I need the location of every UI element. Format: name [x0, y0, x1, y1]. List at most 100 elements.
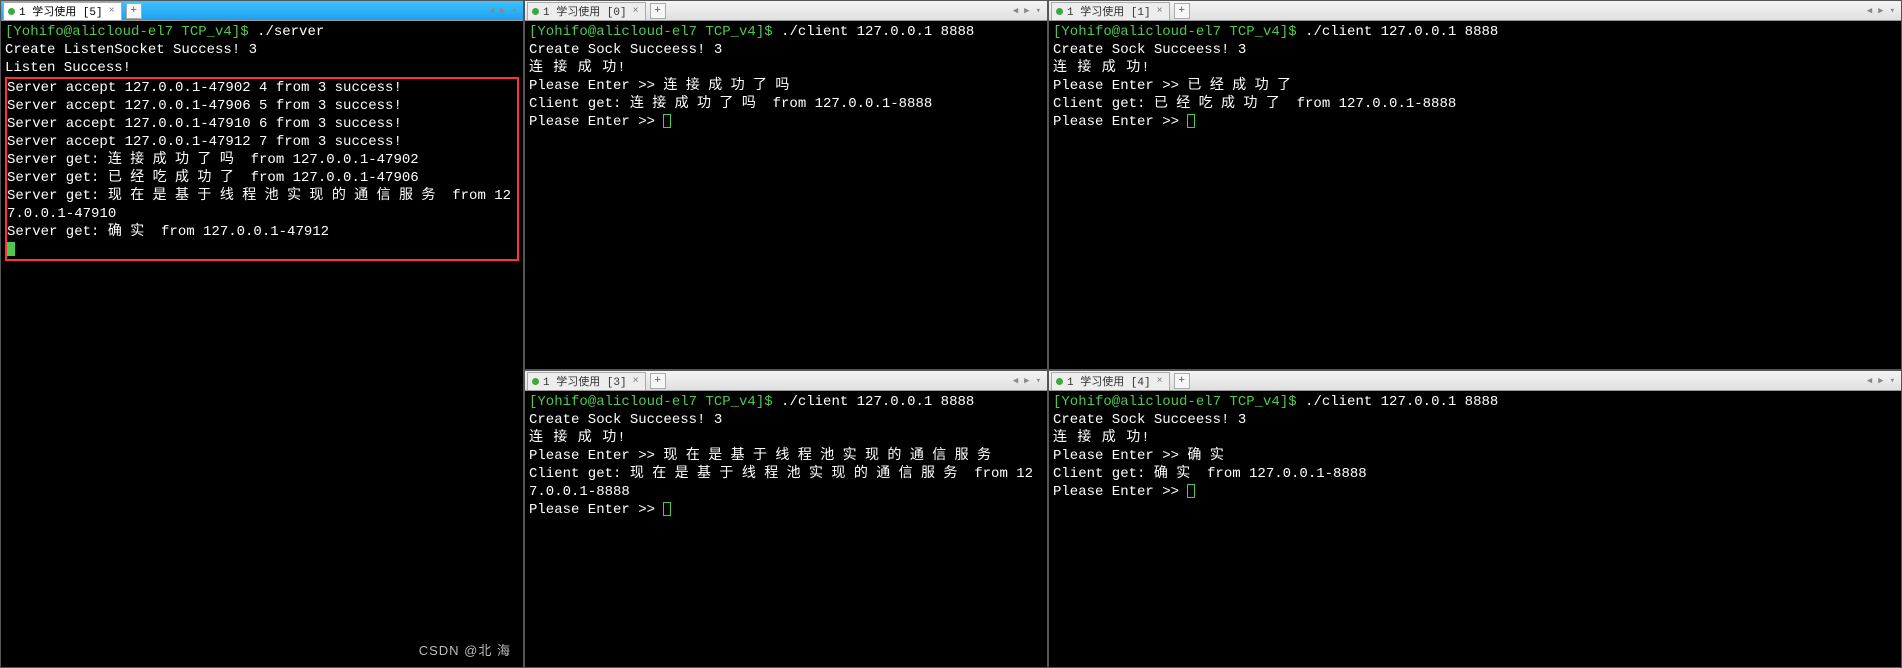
tab-prev-icon[interactable]: ◀ — [487, 6, 496, 16]
term-line: Server get: 已 经 吃 成 功 了 from 127.0.0.1-4… — [7, 170, 419, 186]
term-line: Create Sock Succeess! 3 — [1053, 42, 1246, 58]
tab-next-icon[interactable]: ▶ — [1876, 6, 1885, 16]
cursor-icon — [1187, 114, 1195, 128]
close-icon[interactable]: × — [1155, 376, 1165, 387]
command-text: ./client 127.0.0.1 8888 — [781, 394, 974, 410]
term-line: Please Enter >> — [529, 114, 663, 130]
status-dot-icon — [8, 8, 15, 15]
term-line: Server accept 127.0.0.1-47910 6 from 3 s… — [7, 116, 402, 132]
term-line: 连 接 成 功! — [1053, 60, 1151, 76]
terminal-output[interactable]: [Yohifo@alicloud-el7 TCP_v4]$ ./client 1… — [1049, 21, 1901, 369]
status-dot-icon — [1056, 378, 1063, 385]
tab-menu-icon[interactable]: ▾ — [1888, 6, 1897, 16]
tab-prev-icon[interactable]: ◀ — [1011, 6, 1020, 16]
tab-label: 1 学习使用 [5] — [19, 3, 103, 19]
tab-menu-icon[interactable]: ▾ — [1034, 6, 1043, 16]
cursor-icon — [663, 502, 671, 516]
tab-label: 1 学习使用 [3] — [543, 373, 627, 389]
term-line: Client get: 现 在 是 基 于 线 程 池 实 现 的 通 信 服 … — [529, 466, 1033, 500]
tab-bar: 1 学习使用 [3] × + ◀ ▶ ▾ — [525, 371, 1047, 391]
term-line: Create ListenSocket Success! 3 — [5, 42, 257, 58]
add-tab-button[interactable]: + — [1174, 373, 1190, 389]
watermark: CSDN @北 海 — [419, 640, 511, 659]
term-line: Please Enter >> 连 接 成 功 了 吗 — [529, 78, 789, 94]
command-text: ./server — [257, 24, 324, 40]
terminal-output[interactable]: [Yohifo@alicloud-el7 TCP_v4]$ ./server C… — [1, 21, 523, 667]
term-line: 连 接 成 功! — [1053, 430, 1151, 446]
tab-label: 1 学习使用 [4] — [1067, 373, 1151, 389]
terminal-tab-4[interactable]: 1 学习使用 [4] × — [1051, 372, 1170, 390]
cursor-icon — [7, 242, 15, 256]
tab-prev-icon[interactable]: ◀ — [1865, 6, 1874, 16]
prompt: [Yohifo@alicloud-el7 TCP_v4]$ — [529, 394, 781, 410]
add-tab-button[interactable]: + — [650, 3, 666, 19]
command-text: ./client 127.0.0.1 8888 — [1305, 394, 1498, 410]
tab-menu-icon[interactable]: ▾ — [1888, 376, 1897, 386]
close-icon[interactable]: × — [631, 376, 641, 387]
term-line: Please Enter >> — [1053, 484, 1187, 500]
tab-label: 1 学习使用 [1] — [1067, 3, 1151, 19]
term-line: Server get: 现 在 是 基 于 线 程 池 实 现 的 通 信 服 … — [7, 188, 511, 222]
tab-bar: 1 学习使用 [4] × + ◀ ▶ ▾ — [1049, 371, 1901, 391]
terminal-output[interactable]: [Yohifo@alicloud-el7 TCP_v4]$ ./client 1… — [525, 21, 1047, 369]
tab-menu-icon[interactable]: ▾ — [510, 6, 519, 16]
term-line: Server accept 127.0.0.1-47906 5 from 3 s… — [7, 98, 402, 114]
tab-prev-icon[interactable]: ◀ — [1865, 376, 1874, 386]
terminal-tab-5[interactable]: 1 学习使用 [5] × — [3, 2, 122, 20]
terminal-tab-0[interactable]: 1 学习使用 [0] × — [527, 2, 646, 20]
tab-next-icon[interactable]: ▶ — [1876, 376, 1885, 386]
term-line: Create Sock Succeess! 3 — [1053, 412, 1246, 428]
tab-next-icon[interactable]: ▶ — [498, 6, 507, 16]
term-line: Client get: 已 经 吃 成 功 了 from 127.0.0.1-8… — [1053, 96, 1456, 112]
term-line: Client get: 连 接 成 功 了 吗 from 127.0.0.1-8… — [529, 96, 932, 112]
tab-bar: 1 学习使用 [1] × + ◀ ▶ ▾ — [1049, 1, 1901, 21]
terminal-pane-0: 1 学习使用 [0] × + ◀ ▶ ▾ [Yohifo@alicloud-el… — [524, 0, 1048, 370]
term-line: Please Enter >> 已 经 成 功 了 — [1053, 78, 1291, 94]
command-text: ./client 127.0.0.1 8888 — [1305, 24, 1498, 40]
command-text: ./client 127.0.0.1 8888 — [781, 24, 974, 40]
prompt: [Yohifo@alicloud-el7 TCP_v4]$ — [529, 24, 781, 40]
terminal-pane-3: 1 学习使用 [3] × + ◀ ▶ ▾ [Yohifo@alicloud-el… — [524, 370, 1048, 668]
status-dot-icon — [532, 378, 539, 385]
terminal-tab-1[interactable]: 1 学习使用 [1] × — [1051, 2, 1170, 20]
term-line: Please Enter >> — [1053, 114, 1187, 130]
cursor-icon — [1187, 484, 1195, 498]
tab-prev-icon[interactable]: ◀ — [1011, 376, 1020, 386]
cursor-icon — [663, 114, 671, 128]
term-line: Server get: 连 接 成 功 了 吗 from 127.0.0.1-4… — [7, 152, 419, 168]
term-line: Create Sock Succeess! 3 — [529, 412, 722, 428]
tab-next-icon[interactable]: ▶ — [1022, 376, 1031, 386]
terminal-pane-1: 1 学习使用 [1] × + ◀ ▶ ▾ [Yohifo@alicloud-el… — [1048, 0, 1902, 370]
tab-next-icon[interactable]: ▶ — [1022, 6, 1031, 16]
term-line: Listen Success! — [5, 60, 131, 76]
close-icon[interactable]: × — [631, 6, 641, 17]
add-tab-button[interactable]: + — [650, 373, 666, 389]
term-line: Create Sock Succeess! 3 — [529, 42, 722, 58]
close-icon[interactable]: × — [107, 6, 117, 17]
prompt: [Yohifo@alicloud-el7 TCP_v4]$ — [1053, 394, 1305, 410]
terminal-tab-3[interactable]: 1 学习使用 [3] × — [527, 372, 646, 390]
tab-bar: 1 学习使用 [0] × + ◀ ▶ ▾ — [525, 1, 1047, 21]
term-line: Please Enter >> — [529, 502, 663, 518]
status-dot-icon — [1056, 8, 1063, 15]
close-icon[interactable]: × — [1155, 6, 1165, 17]
term-line: Server accept 127.0.0.1-47902 4 from 3 s… — [7, 80, 402, 96]
tab-label: 1 学习使用 [0] — [543, 3, 627, 19]
status-dot-icon — [532, 8, 539, 15]
highlight-box: Server accept 127.0.0.1-47902 4 from 3 s… — [5, 77, 519, 261]
terminal-output[interactable]: [Yohifo@alicloud-el7 TCP_v4]$ ./client 1… — [1049, 391, 1901, 667]
add-tab-button[interactable]: + — [1174, 3, 1190, 19]
term-line: 连 接 成 功! — [529, 60, 627, 76]
terminal-pane-4: 1 学习使用 [4] × + ◀ ▶ ▾ [Yohifo@alicloud-el… — [1048, 370, 1902, 668]
term-line: Please Enter >> 确 实 — [1053, 448, 1224, 464]
tab-menu-icon[interactable]: ▾ — [1034, 376, 1043, 386]
terminal-output[interactable]: [Yohifo@alicloud-el7 TCP_v4]$ ./client 1… — [525, 391, 1047, 667]
prompt: [Yohifo@alicloud-el7 TCP_v4]$ — [1053, 24, 1305, 40]
add-tab-button[interactable]: + — [126, 3, 142, 19]
term-line: Server get: 确 实 from 127.0.0.1-47912 — [7, 224, 329, 240]
prompt: [Yohifo@alicloud-el7 TCP_v4]$ — [5, 24, 257, 40]
term-line: Client get: 确 实 from 127.0.0.1-8888 — [1053, 466, 1367, 482]
term-line: 连 接 成 功! — [529, 430, 627, 446]
term-line: Server accept 127.0.0.1-47912 7 from 3 s… — [7, 134, 402, 150]
term-line: Please Enter >> 现 在 是 基 于 线 程 池 实 现 的 通 … — [529, 448, 991, 464]
